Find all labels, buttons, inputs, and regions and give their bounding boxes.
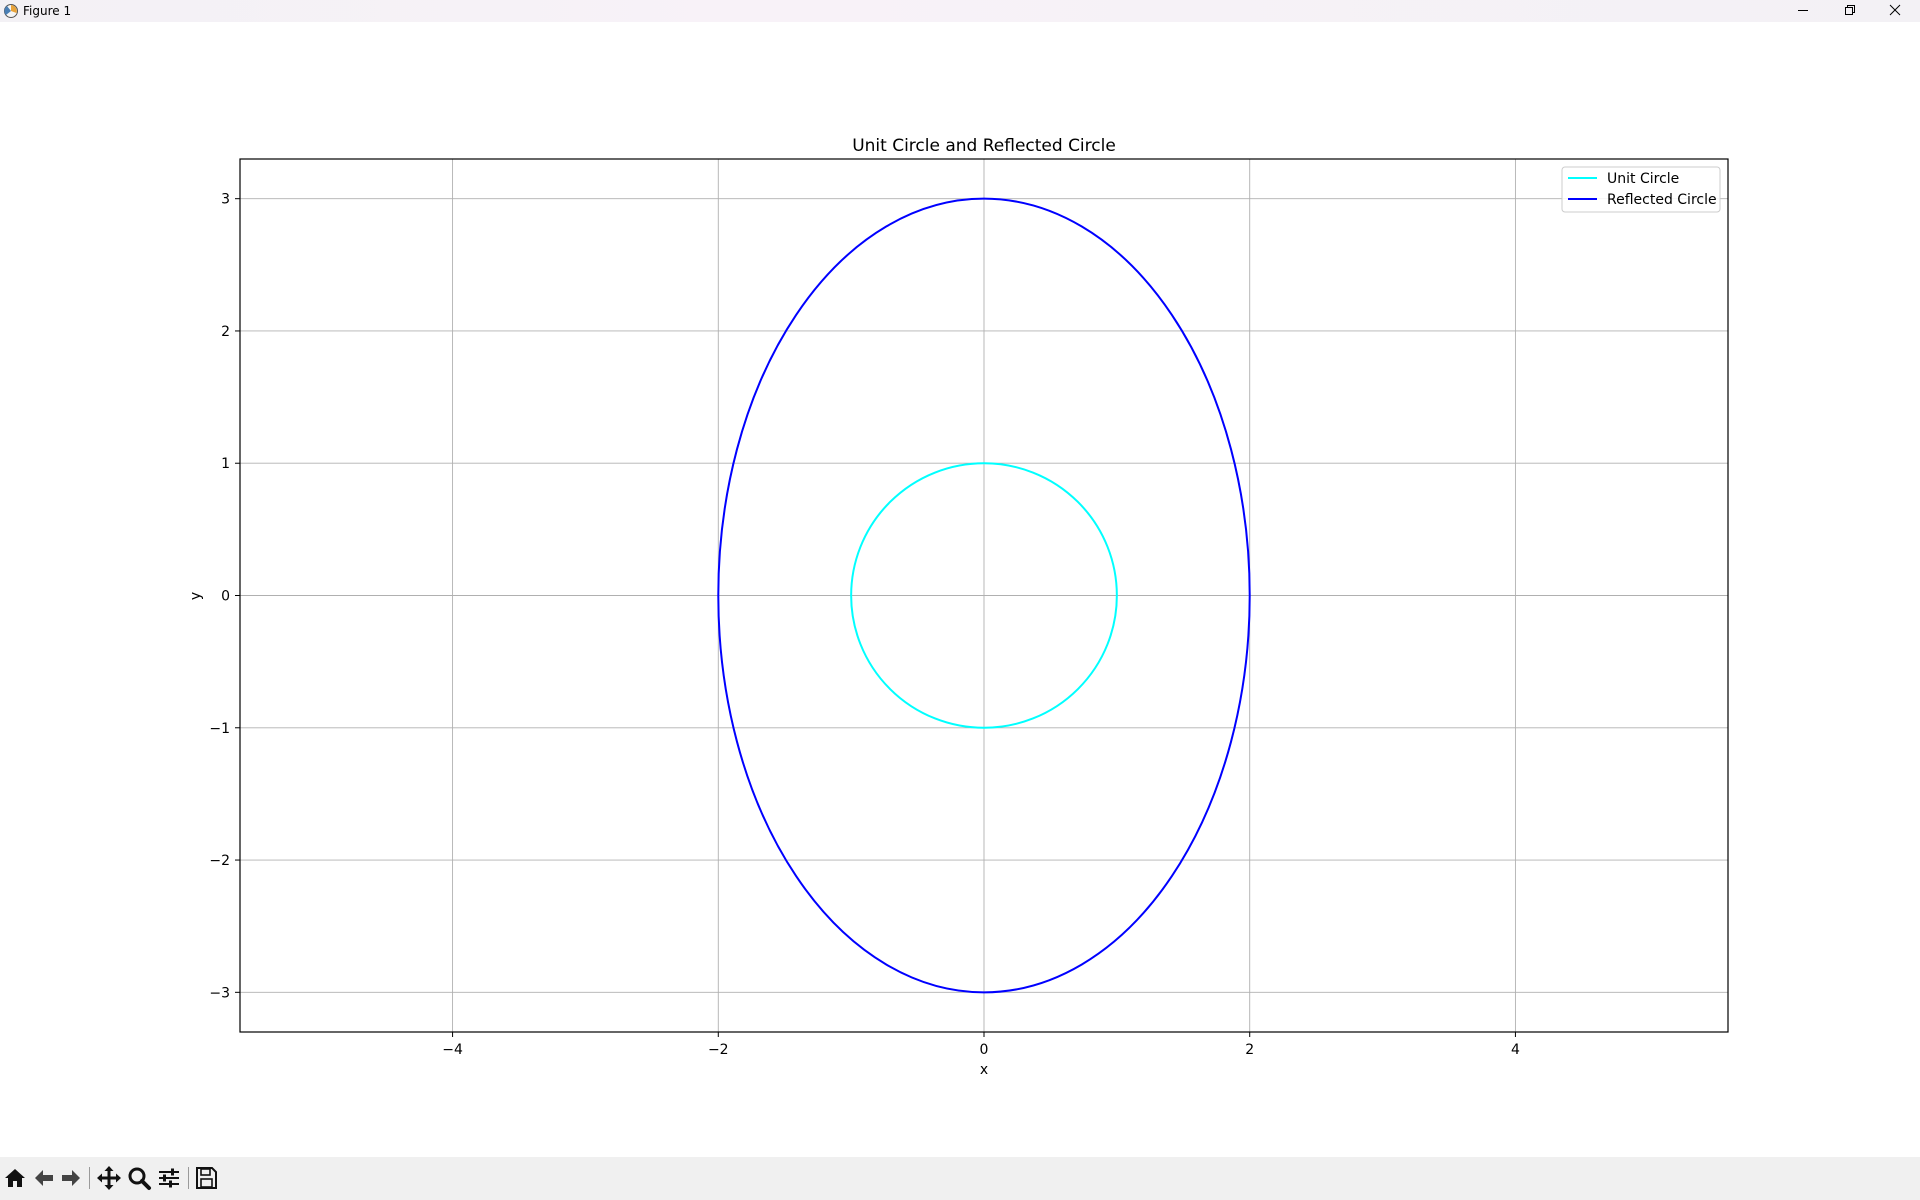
title-bar: Figure 1 [0, 0, 1920, 22]
y-tick-label: −1 [209, 721, 230, 737]
floppy-disk-icon [196, 1167, 217, 1189]
y-tick-label: 0 [221, 589, 230, 605]
x-tick-label: −4 [442, 1042, 463, 1058]
sliders-icon [159, 1168, 179, 1188]
navigation-toolbar [0, 1157, 1920, 1200]
legend: Unit Circle Reflected Circle [1561, 166, 1721, 213]
chart-title: Unit Circle and Reflected Circle [852, 136, 1116, 156]
y-tick-label: −3 [209, 985, 230, 1001]
y-tick-label: 3 [221, 192, 230, 208]
y-tick-label: 1 [221, 456, 230, 472]
window-title: Figure 1 [23, 4, 72, 18]
configure-button[interactable] [156, 1165, 182, 1191]
save-button[interactable] [193, 1165, 219, 1191]
close-button[interactable] [1872, 0, 1918, 22]
restore-button[interactable] [1826, 0, 1872, 22]
forward-button[interactable] [58, 1165, 84, 1191]
arrow-right-icon [62, 1170, 80, 1186]
back-button[interactable] [31, 1165, 57, 1191]
home-button[interactable] [2, 1165, 28, 1191]
grid [240, 159, 1728, 1032]
x-tick-label: 4 [1511, 1042, 1520, 1058]
close-icon [1889, 4, 1901, 16]
home-icon [5, 1169, 25, 1187]
x-tick-label: 2 [1245, 1042, 1254, 1058]
y-tick-label: −2 [209, 853, 230, 869]
toolbar-separator [188, 1167, 189, 1189]
x-tick-label: 0 [980, 1042, 989, 1058]
zoom-button[interactable] [126, 1165, 152, 1191]
toolbar-separator [89, 1167, 90, 1189]
x-axis-label: x [980, 1062, 988, 1078]
x-tick-label: −2 [708, 1042, 729, 1058]
legend-label-unit-circle: Unit Circle [1607, 171, 1679, 187]
move-icon [97, 1166, 121, 1190]
minimize-button[interactable] [1780, 0, 1826, 22]
y-tick-label: 2 [221, 324, 230, 340]
legend-label-reflected-circle: Reflected Circle [1607, 192, 1717, 208]
restore-icon [1845, 5, 1855, 15]
arrow-left-icon [35, 1170, 53, 1186]
figure-canvas[interactable]: −4 −2 0 2 4 −3 −2 −1 0 1 2 3 Unit Circle and Reflec… [0, 22, 1920, 1157]
magnifier-icon [128, 1167, 151, 1190]
pan-button[interactable] [96, 1165, 122, 1191]
app-icon [4, 4, 18, 18]
axis-ticks: −4 −2 0 2 4 −3 −2 −1 0 1 2 3 [209, 192, 1520, 1058]
y-axis-label: y [188, 592, 204, 600]
